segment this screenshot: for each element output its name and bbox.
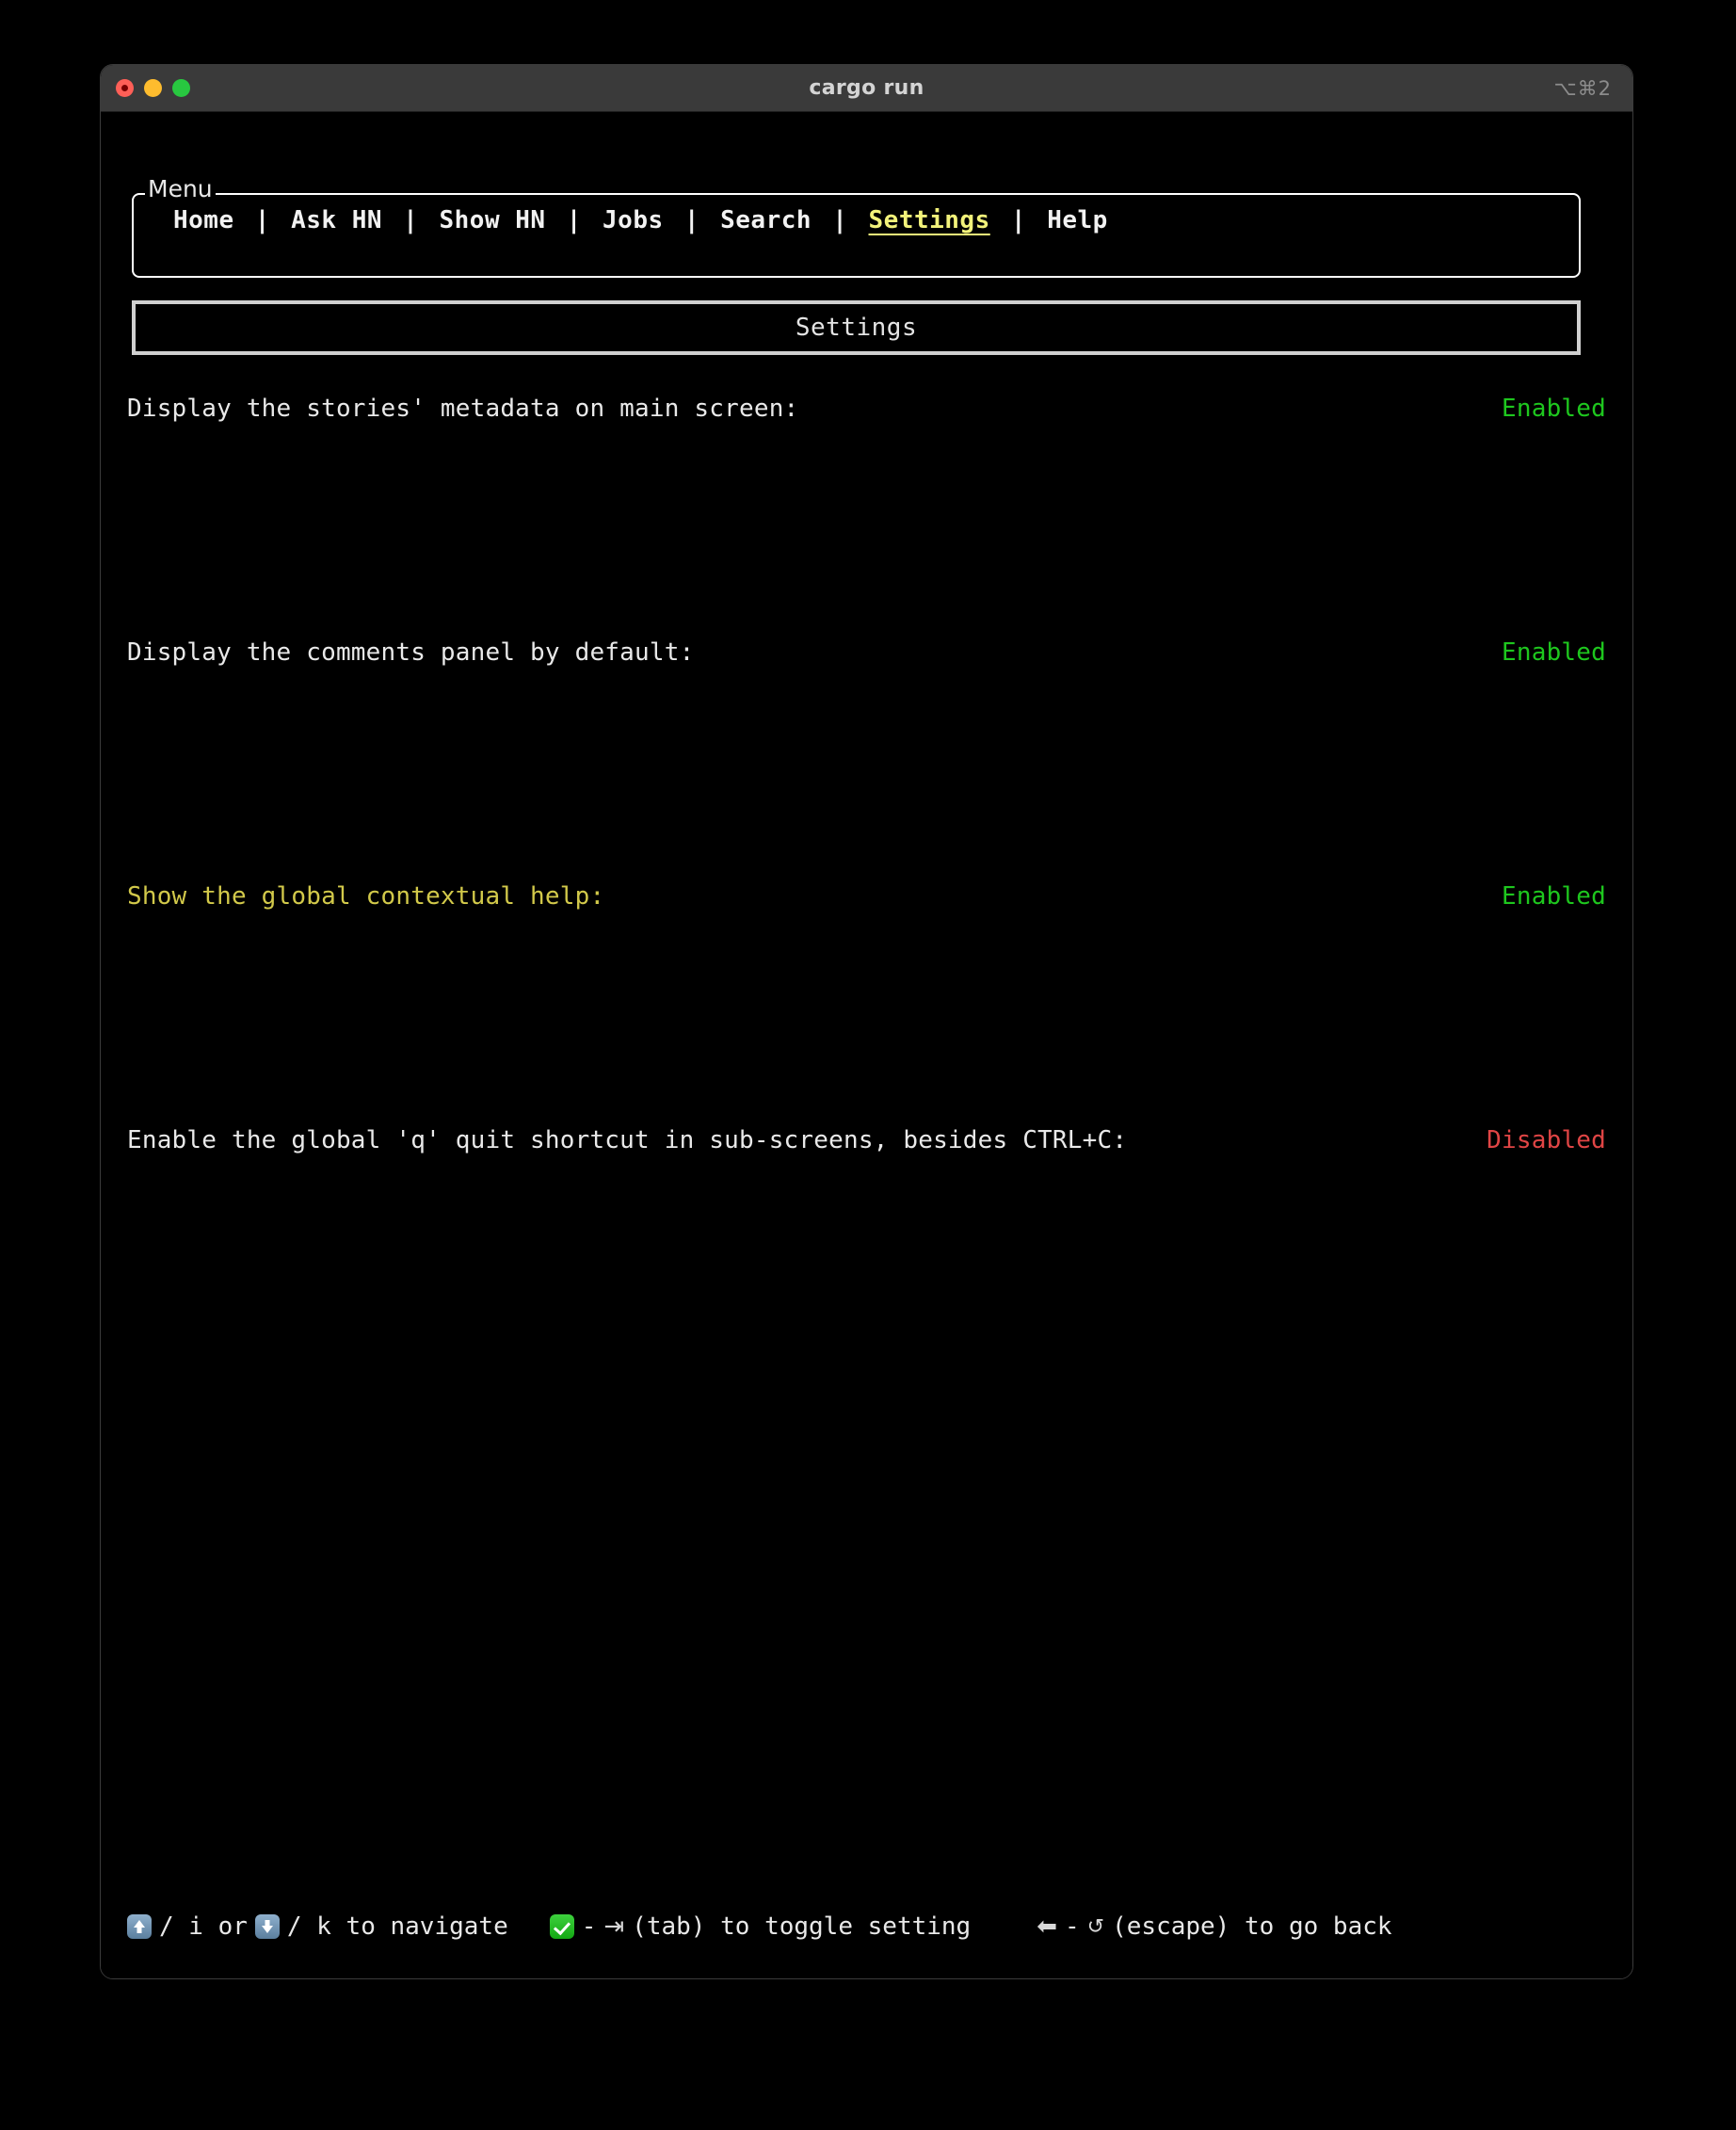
menu-item-show-hn[interactable]: Show HN bbox=[439, 206, 545, 234]
menu-separator: | bbox=[832, 206, 848, 234]
setting-label-quit-shortcut: Enable the global 'q' quit shortcut in s… bbox=[127, 1126, 1128, 1154]
setting-row[interactable]: Display the stories' metadata on main sc… bbox=[127, 395, 1606, 638]
menu-items: Home | Ask HN | Show HN | Jobs | Search … bbox=[173, 206, 1108, 234]
setting-value-comments-panel[interactable]: Enabled bbox=[1502, 638, 1606, 667]
menu-item-help[interactable]: Help bbox=[1047, 206, 1108, 234]
terminal-window: cargo run ⌥⌘2 Menu Home | Ask HN | Show … bbox=[100, 64, 1633, 1979]
setting-label-comments-panel: Display the comments panel by default: bbox=[127, 638, 695, 667]
back-arrow-icon: ⬅ bbox=[1037, 1912, 1058, 1941]
footer-hint-back-text: (escape) to go back bbox=[1112, 1912, 1392, 1941]
setting-row[interactable]: Display the comments panel by default: E… bbox=[127, 638, 1606, 882]
menu-separator: | bbox=[683, 206, 699, 234]
tab-key-icon: ⇥ bbox=[603, 1912, 625, 1941]
footer-hint-navigate: / i or / k to navigate bbox=[127, 1912, 508, 1941]
menu-separator: | bbox=[566, 206, 582, 234]
up-arrow-key-icon bbox=[127, 1914, 152, 1939]
footer-hint-navigate-mid: / i or bbox=[159, 1912, 248, 1941]
page-title: Settings bbox=[795, 314, 918, 342]
setting-value-stories-metadata[interactable]: Enabled bbox=[1502, 395, 1606, 423]
settings-list: Display the stories' metadata on main sc… bbox=[127, 395, 1606, 1154]
footer-hint-toggle-text: (tab) to toggle setting bbox=[632, 1912, 972, 1941]
down-arrow-key-icon bbox=[254, 1914, 280, 1939]
menu-separator: | bbox=[403, 206, 419, 234]
setting-value-quit-shortcut[interactable]: Disabled bbox=[1487, 1126, 1606, 1154]
menu-panel-legend: Menu bbox=[145, 177, 216, 201]
footer-hint-toggle: - ⇥ (tab) to toggle setting bbox=[549, 1912, 972, 1941]
menu-separator: | bbox=[254, 206, 270, 234]
footer-hint-toggle-dash: - bbox=[581, 1912, 597, 1941]
setting-label-contextual-help: Show the global contextual help: bbox=[127, 882, 605, 911]
menu-item-home[interactable]: Home bbox=[173, 206, 234, 234]
footer-hint-go-back: ⬅ - ↺ (escape) to go back bbox=[1037, 1912, 1391, 1941]
window-shortcut-badge: ⌥⌘2 bbox=[1553, 76, 1612, 100]
menu-separator: | bbox=[1010, 206, 1027, 234]
menu-panel: Menu Home | Ask HN | Show HN | Jobs | Se… bbox=[132, 177, 1581, 278]
window-titlebar: cargo run ⌥⌘2 bbox=[101, 65, 1632, 112]
footer-hint-back-dash: - bbox=[1065, 1912, 1080, 1941]
terminal-content: Menu Home | Ask HN | Show HN | Jobs | Se… bbox=[101, 112, 1632, 1978]
setting-row-selected[interactable]: Show the global contextual help: Enabled bbox=[127, 882, 1606, 1126]
menu-item-ask-hn[interactable]: Ask HN bbox=[291, 206, 382, 234]
green-check-icon bbox=[549, 1914, 574, 1939]
setting-label-stories-metadata: Display the stories' metadata on main sc… bbox=[127, 395, 799, 423]
footer-help-bar: / i or / k to navigate - ⇥ (tab) to togg… bbox=[127, 1912, 1606, 1941]
menu-item-search[interactable]: Search bbox=[720, 206, 812, 234]
menu-item-jobs[interactable]: Jobs bbox=[603, 206, 664, 234]
setting-value-contextual-help[interactable]: Enabled bbox=[1502, 882, 1606, 911]
escape-key-icon: ↺ bbox=[1086, 1914, 1105, 1939]
menu-item-settings[interactable]: Settings bbox=[869, 206, 990, 234]
window-title: cargo run bbox=[809, 76, 924, 100]
screen-title-box: Settings bbox=[132, 300, 1581, 355]
footer-hint-navigate-end: / k to navigate bbox=[286, 1912, 508, 1941]
